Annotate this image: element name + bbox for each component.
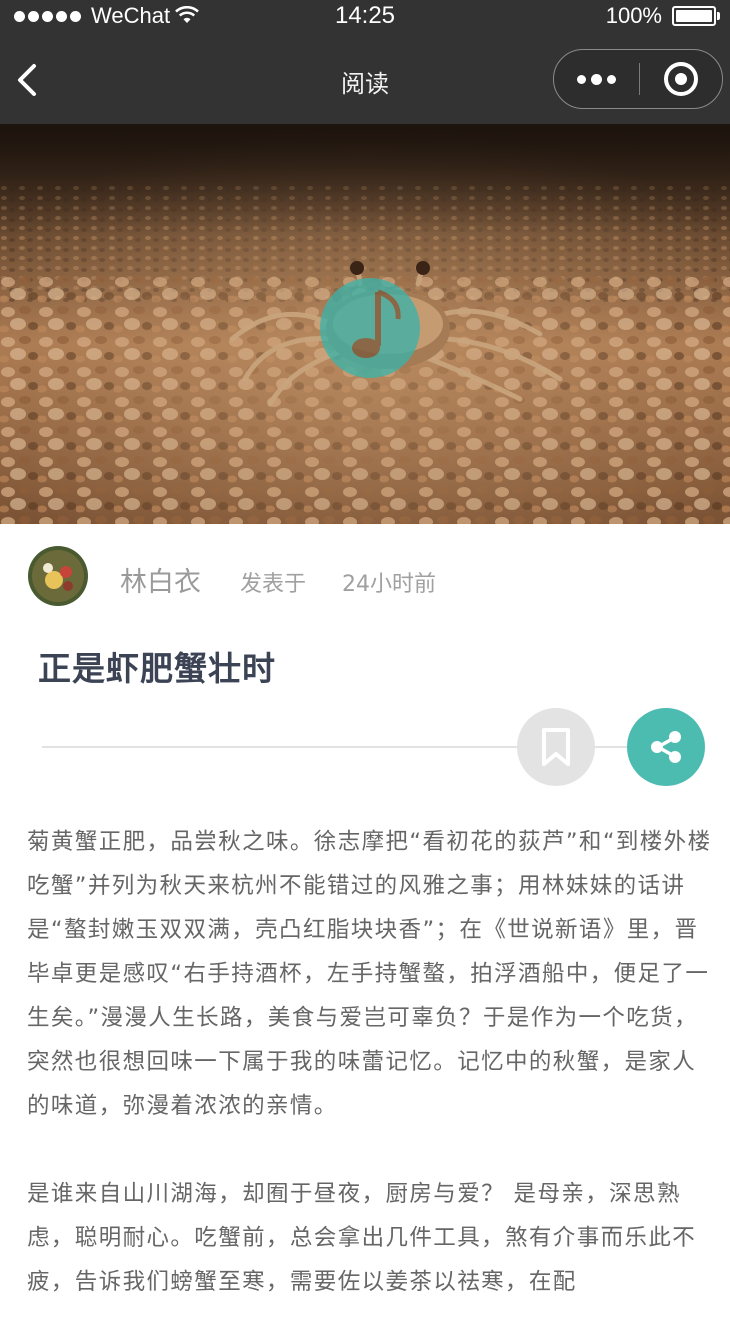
chevron-left-icon — [18, 64, 36, 96]
more-button[interactable] — [554, 50, 638, 108]
crab-photo — [0, 124, 730, 524]
target-circle-icon — [664, 62, 698, 96]
hero-image — [0, 124, 730, 524]
battery-percent: 100% — [605, 3, 662, 28]
article-paragraph: 菊黄蟹正肥，品尝秋之味。徐志摩把“看初花的荻芦”和“到楼外楼吃蟹”并列为秋天来杭… — [27, 829, 712, 1119]
bookmark-icon — [542, 728, 570, 766]
mini-program-capsule — [553, 49, 723, 109]
author-row: 林白衣 发表于 24小时前 — [28, 546, 708, 606]
posted-label: 发表于 — [240, 572, 307, 597]
posted-time: 24小时前 — [342, 572, 436, 597]
close-button[interactable] — [640, 50, 722, 108]
status-bar: WeChat 14:25 100% — [0, 0, 730, 34]
status-bar-right: 100% — [605, 3, 720, 29]
music-note-logo — [320, 278, 420, 378]
avatar-image — [28, 546, 88, 606]
navigation-bar: 阅读 — [0, 34, 730, 124]
bookmark-button[interactable] — [517, 708, 595, 786]
article-paragraph: 是谁来自山川湖海，却囿于昼夜，厨房与爱？ 是母亲，深思熟虑，聪明耐心。吃蟹前，总… — [27, 1181, 697, 1295]
article-body: 菊黄蟹正肥，品尝秋之味。徐志摩把“看初花的荻芦”和“到楼外楼吃蟹”并列为秋天来杭… — [27, 820, 717, 1304]
avatar[interactable] — [28, 546, 88, 606]
article-title: 正是虾肥蟹壮时 — [38, 649, 276, 688]
share-icon — [651, 731, 681, 763]
battery-icon — [672, 6, 720, 26]
author-name[interactable]: 林白衣 — [120, 560, 201, 599]
back-button[interactable] — [10, 58, 46, 102]
share-button[interactable] — [627, 708, 705, 786]
more-dots-icon — [576, 74, 586, 84]
